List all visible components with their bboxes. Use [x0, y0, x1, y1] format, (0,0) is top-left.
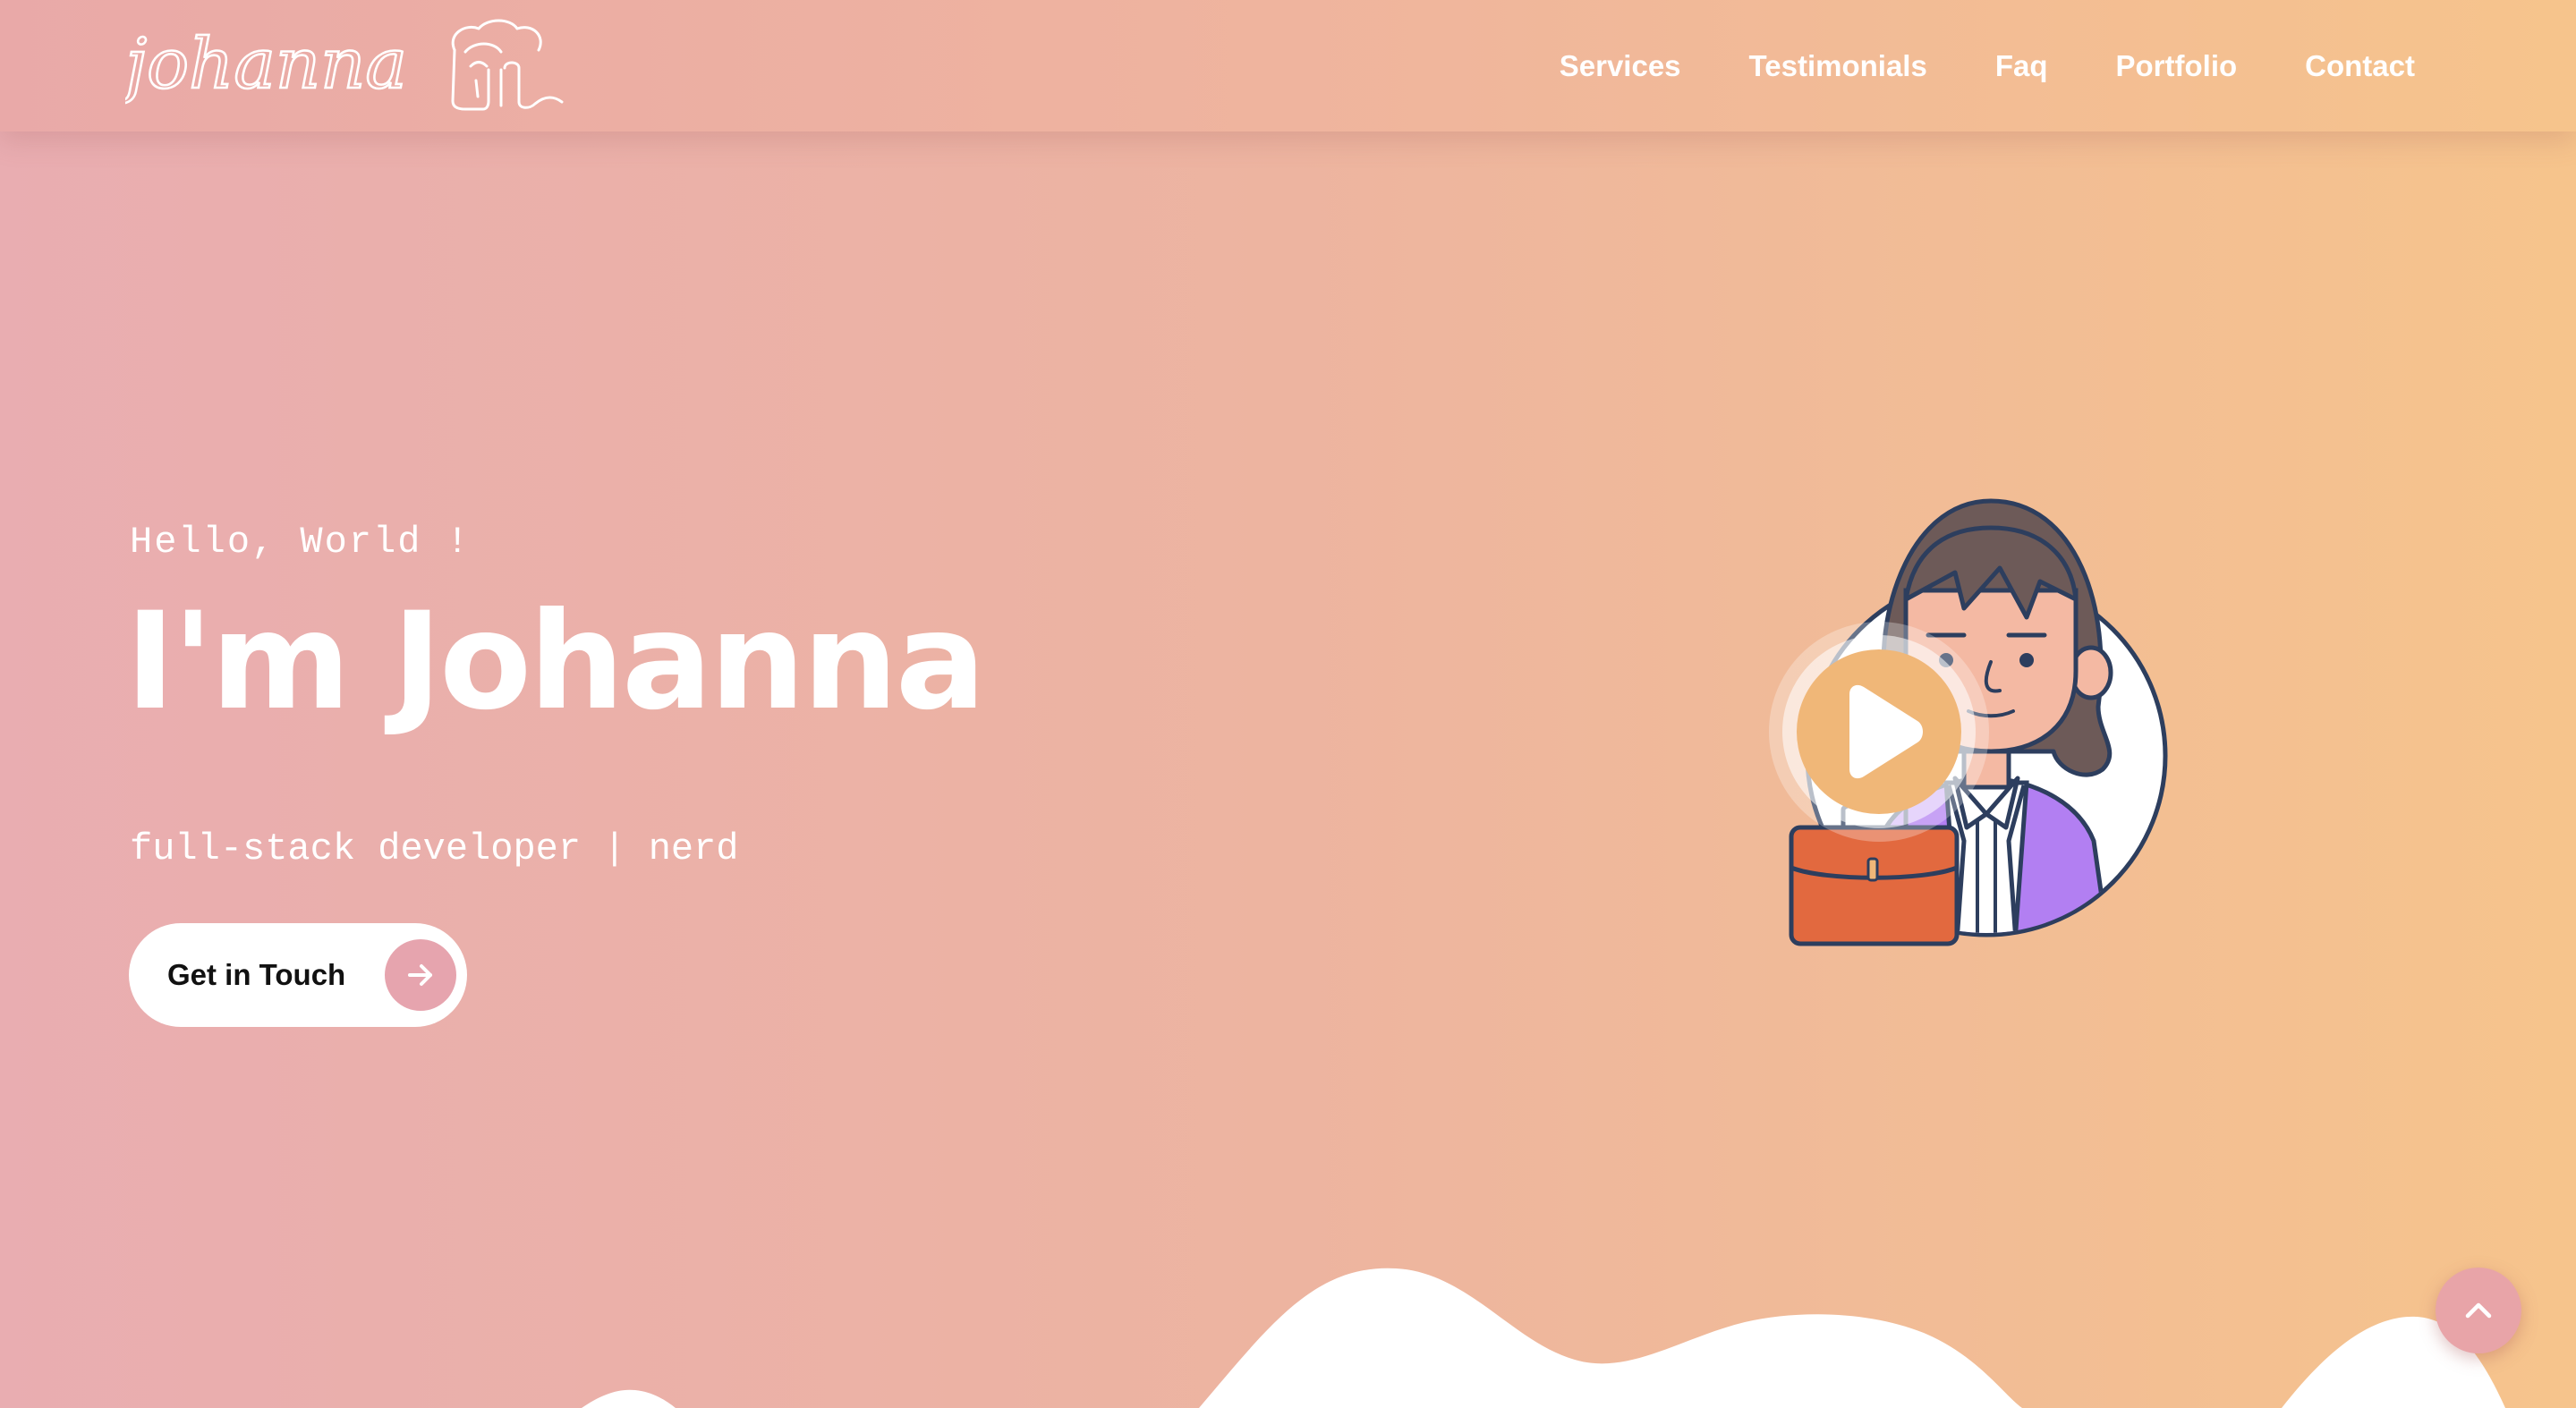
chevron-up-icon — [2465, 1302, 2492, 1319]
arrow-right-icon — [385, 939, 456, 1011]
hero-title: I'm Johanna — [125, 584, 986, 740]
play-icon — [1769, 622, 1989, 842]
nav-portfolio[interactable]: Portfolio — [2116, 49, 2238, 83]
back-to-top-button[interactable] — [2436, 1268, 2521, 1353]
wave-decoration — [582, 1268, 2505, 1408]
nav-testimonials[interactable]: Testimonials — [1749, 49, 1927, 83]
get-in-touch-button[interactable]: Get in Touch — [129, 923, 467, 1027]
logo-signature-icon: johanna — [111, 19, 564, 111]
hero-greeting: Hello, World ! — [130, 521, 471, 564]
play-video-button[interactable] — [1767, 620, 1991, 844]
svg-text:johanna: johanna — [125, 24, 407, 105]
logo[interactable]: johanna — [111, 16, 573, 115]
main-nav: Services Testimonials Faq Portfolio Cont… — [1560, 0, 2415, 131]
get-in-touch-label: Get in Touch — [167, 958, 346, 991]
page: johanna Services Testimonials Faq Portfo… — [0, 0, 2576, 1408]
hero-tagline: full-stack developer | nerd — [130, 827, 739, 870]
nav-contact[interactable]: Contact — [2305, 49, 2415, 83]
site-header: johanna Services Testimonials Faq Portfo… — [0, 0, 2576, 131]
nav-faq[interactable]: Faq — [1995, 49, 2048, 83]
nav-services[interactable]: Services — [1560, 49, 1681, 83]
